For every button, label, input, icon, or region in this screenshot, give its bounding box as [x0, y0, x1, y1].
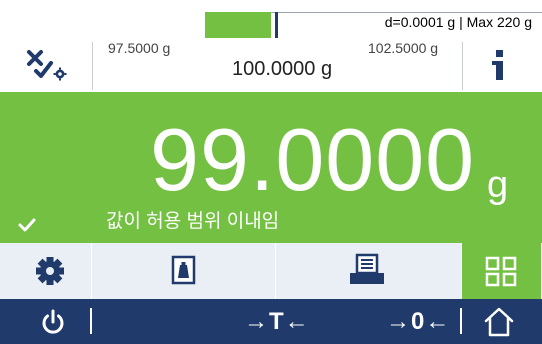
power-button[interactable]: [38, 307, 68, 337]
weight-value: 99.0000: [150, 110, 476, 209]
resolution-capacity-label: d=0.0001 g | Max 220 g: [384, 14, 532, 30]
divider: [92, 42, 93, 90]
info-button[interactable]: [488, 47, 512, 83]
print-key[interactable]: [276, 243, 462, 299]
home-icon: [484, 307, 514, 337]
nav-separator: [90, 308, 92, 334]
adjustment-weight-key[interactable]: [92, 243, 276, 299]
balance-screen: d=0.0001 g | Max 220 g 97.5000 g 100.000…: [0, 0, 542, 344]
upper-limit-label: 102.5000 g: [368, 40, 439, 56]
tolerance-range-indicator: [205, 12, 271, 38]
tare-button[interactable]: →T←: [244, 308, 310, 336]
power-icon: [42, 309, 64, 334]
divider: [462, 42, 463, 90]
tolerance-status-message: 값이 허용 범위 이내임: [106, 211, 280, 232]
tolerance-settings-button[interactable]: [22, 47, 70, 83]
weight-icon: [171, 255, 196, 285]
home-button[interactable]: [482, 305, 516, 339]
weight-unit: g: [487, 164, 509, 206]
grid-icon: [485, 256, 517, 287]
lower-limit-label: 97.5000 g: [108, 40, 171, 56]
target-weight-label: 100.0000 g: [232, 58, 333, 80]
gear-icon: [36, 257, 64, 285]
info-icon: [492, 50, 503, 80]
tolerance-marker: [275, 12, 278, 38]
tolerance-check-icon: [27, 50, 67, 81]
zero-button[interactable]: →0←: [386, 308, 450, 336]
apps-key[interactable]: [462, 243, 542, 299]
nav-separator: [460, 308, 462, 334]
printer-icon: [350, 253, 384, 284]
check-icon: [18, 218, 36, 232]
settings-key[interactable]: [0, 243, 92, 299]
